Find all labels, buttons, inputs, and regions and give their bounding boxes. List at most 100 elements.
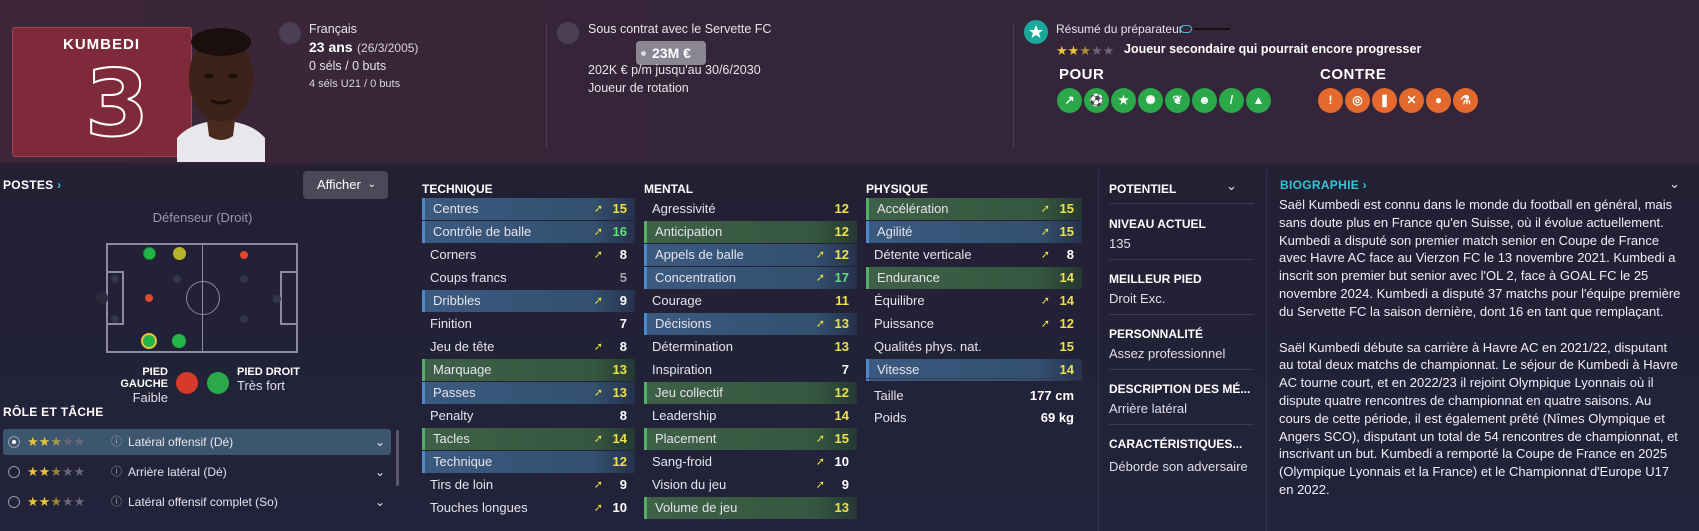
- market-value[interactable]: 23M €: [636, 41, 706, 65]
- attribute-row[interactable]: Qualités phys. nat. 15: [866, 336, 1082, 358]
- postes-label: POSTES: [3, 178, 54, 192]
- attribute-row[interactable]: Jeu collectif 12: [644, 382, 857, 404]
- attribute-value: 5: [619, 270, 627, 285]
- lightbulb-icon[interactable]: ✺: [1138, 88, 1163, 113]
- divider: [1109, 203, 1254, 204]
- attribute-row[interactable]: Technique 12: [422, 451, 635, 473]
- best-foot-label: MEILLEUR PIED: [1109, 272, 1202, 286]
- trend-arrow-icon: ➚: [593, 502, 603, 514]
- attribute-row[interactable]: Inspiration 7: [644, 359, 857, 381]
- attribute-name: Jeu de tête: [430, 339, 495, 354]
- attribute-row[interactable]: Agressivité 12: [644, 198, 857, 220]
- attribute-value: 11: [835, 293, 849, 308]
- attribute-row[interactable]: Détermination 13: [644, 336, 857, 358]
- role-row[interactable]: ★★★★★ ⓘ Arrière latéral (Dé) ⌄: [3, 459, 391, 485]
- selected-position-dot[interactable]: [141, 333, 157, 349]
- bolt-icon[interactable]: ●: [1426, 88, 1451, 113]
- attribute-name: Marquage: [433, 362, 492, 377]
- attribute-row[interactable]: Courage 11: [644, 290, 857, 312]
- foot-icon[interactable]: ❚: [1372, 88, 1397, 113]
- info-icon[interactable]: ⓘ: [111, 459, 122, 485]
- chain-icon[interactable]: ✕: [1399, 88, 1424, 113]
- attribute-row[interactable]: Volume de jeu 13: [644, 497, 857, 519]
- position-dot[interactable]: [173, 247, 186, 260]
- flame-icon[interactable]: ▲: [1246, 88, 1271, 113]
- attribute-name: Endurance: [877, 270, 940, 285]
- role-row[interactable]: ★★★★★ ⓘ Latéral offensif complet (So) ⌄: [3, 489, 391, 515]
- postes-title[interactable]: POSTES ›: [3, 178, 61, 192]
- scrollbar[interactable]: [396, 430, 399, 486]
- trend-arrow-icon: ➚: [593, 433, 603, 445]
- trend-icon[interactable]: ↗: [1057, 88, 1082, 113]
- attribute-row[interactable]: Corners ➚ 8: [422, 244, 635, 266]
- attribute-row[interactable]: Appels de balle ➚ 12: [644, 244, 857, 266]
- pill-icon[interactable]: /: [1219, 88, 1244, 113]
- biography-title[interactable]: BIOGRAPHIE ›: [1280, 178, 1367, 192]
- afficher-label: Afficher: [317, 177, 361, 192]
- attribute-row[interactable]: Tirs de loin ➚ 9: [422, 474, 635, 496]
- right-foot-value: Très fort: [237, 378, 285, 393]
- left-foot-label: PIED GAUCHE: [120, 366, 168, 390]
- star-icon[interactable]: ★: [1111, 88, 1136, 113]
- chevron-down-icon[interactable]: ⌄: [375, 489, 385, 515]
- attribute-row[interactable]: Anticipation 12: [644, 221, 857, 243]
- role-radio[interactable]: [8, 466, 20, 478]
- attribute-row[interactable]: Leadership 14: [644, 405, 857, 427]
- role-row[interactable]: ★★★★★ ⓘ Latéral offensif (Dé) ⌄: [3, 429, 391, 455]
- attribute-row[interactable]: Placement ➚ 15: [644, 428, 857, 450]
- ball-icon[interactable]: !: [1318, 88, 1343, 113]
- attribute-row[interactable]: Détente verticale ➚ 8: [866, 244, 1082, 266]
- target-icon[interactable]: ◎: [1345, 88, 1370, 113]
- attribute-row[interactable]: Dribbles ➚ 9: [422, 290, 635, 312]
- leaf-icon[interactable]: ❦: [1165, 88, 1190, 113]
- attribute-row[interactable]: Jeu de tête ➚ 8: [422, 336, 635, 358]
- position-dot[interactable]: [145, 294, 153, 302]
- report-progress: [1180, 25, 1230, 33]
- attribute-row[interactable]: Tacles ➚ 14: [422, 428, 635, 450]
- coach-report-icon: [1024, 20, 1048, 44]
- attribute-row[interactable]: Vision du jeu ➚ 9: [644, 474, 857, 496]
- attribute-row[interactable]: Touches longues ➚ 10: [422, 497, 635, 519]
- attribute-value: 14: [1059, 293, 1074, 308]
- attribute-row[interactable]: Agilité ➚ 15: [866, 221, 1082, 243]
- afficher-button[interactable]: Afficher ⌄: [303, 171, 388, 199]
- attribute-row[interactable]: Contrôle de balle ➚ 16: [422, 221, 635, 243]
- attribute-name: Anticipation: [655, 224, 723, 239]
- chevron-down-icon[interactable]: ⌄: [1226, 178, 1237, 194]
- position-dot[interactable]: [240, 251, 248, 259]
- info-icon[interactable]: ⓘ: [111, 489, 122, 515]
- attribute-row[interactable]: Puissance ➚ 12: [866, 313, 1082, 335]
- chevron-down-icon[interactable]: ⌄: [375, 459, 385, 485]
- position-dot[interactable]: [143, 247, 156, 260]
- attribute-row[interactable]: Sang-froid ➚ 10: [644, 451, 857, 473]
- attribute-value: 8: [619, 408, 627, 423]
- boot-icon[interactable]: ⚽: [1084, 88, 1109, 113]
- role-radio[interactable]: [8, 436, 20, 448]
- attribute-row[interactable]: Marquage 13: [422, 359, 635, 381]
- flask-icon[interactable]: ⚗: [1453, 88, 1478, 113]
- attribute-row[interactable]: Concentration ➚ 17: [644, 267, 857, 289]
- attribute-row[interactable]: Passes ➚ 13: [422, 382, 635, 404]
- role-radio[interactable]: [8, 496, 20, 508]
- attribute-row[interactable]: Équilibre ➚ 14: [866, 290, 1082, 312]
- attribute-value: 7: [841, 362, 849, 377]
- info-icon[interactable]: ⓘ: [111, 429, 122, 455]
- head-icon[interactable]: ☻: [1192, 88, 1217, 113]
- attribute-row[interactable]: Coups francs 5: [422, 267, 635, 289]
- attribute-name: Coups francs: [430, 270, 507, 285]
- attribute-row[interactable]: Décisions ➚ 13: [644, 313, 857, 335]
- potential-title[interactable]: POTENTIEL: [1109, 182, 1176, 196]
- chevron-down-icon[interactable]: ⌄: [1669, 176, 1680, 192]
- attribute-row[interactable]: Penalty 8: [422, 405, 635, 427]
- right-foot: PIED DROIT Très fort: [237, 366, 300, 393]
- attribute-value: 14: [834, 408, 849, 423]
- attribute-row[interactable]: Accélération ➚ 15: [866, 198, 1082, 220]
- position-dot[interactable]: [172, 334, 186, 348]
- attribute-row[interactable]: Finition 7: [422, 313, 635, 335]
- attribute-name: Jeu collectif: [655, 385, 723, 400]
- attribute-name: Vitesse: [877, 362, 920, 377]
- attribute-value: 14: [1059, 270, 1074, 285]
- attribute-row[interactable]: Centres ➚ 15: [422, 198, 635, 220]
- attribute-row[interactable]: Endurance 14: [866, 267, 1082, 289]
- chevron-down-icon[interactable]: ⌄: [375, 429, 385, 455]
